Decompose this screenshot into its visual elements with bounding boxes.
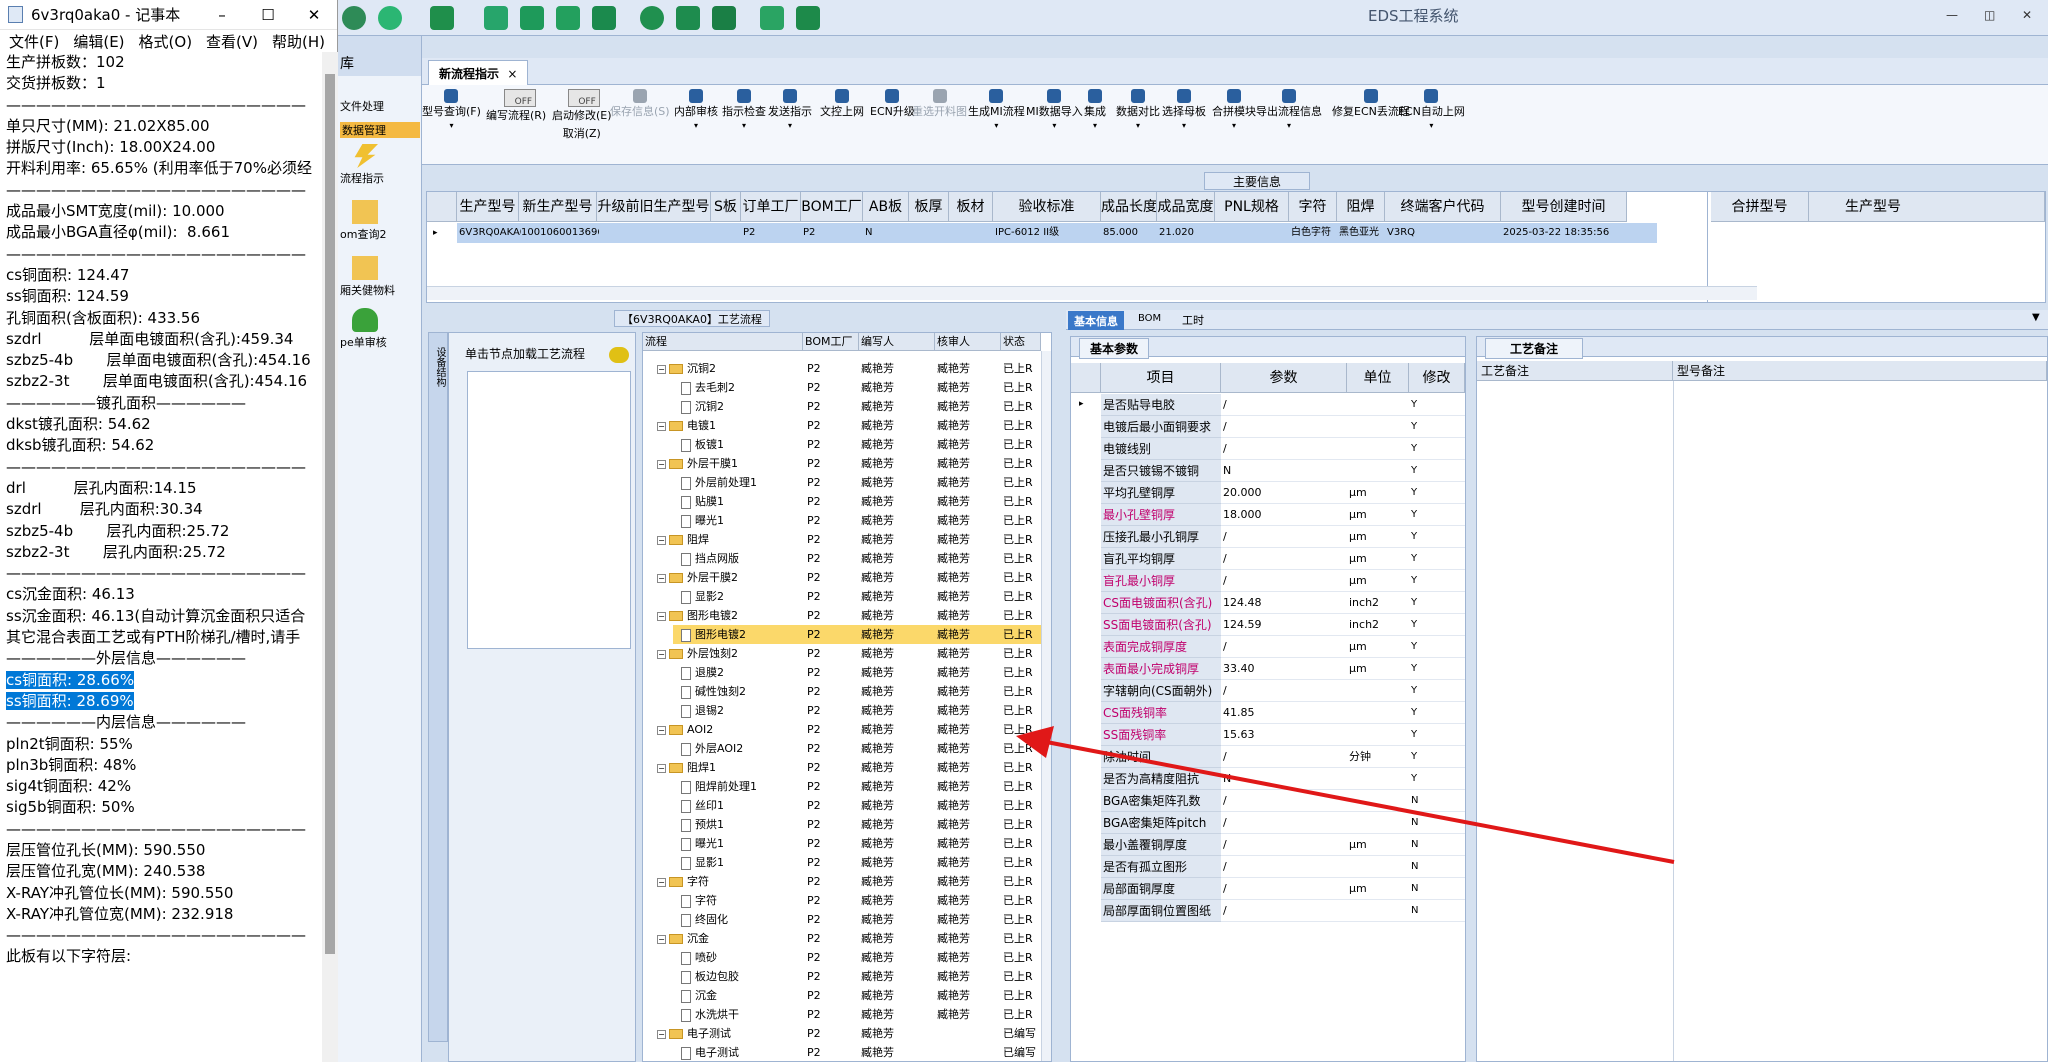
menu-edit[interactable]: 编辑(E) [73, 31, 124, 52]
notepad-line: ss铜面积: 28.69% [6, 691, 322, 712]
notepad-icon [8, 6, 23, 23]
notepad-line: 单只尺寸(MM): 21.02X85.00 [6, 116, 210, 135]
notepad-line: pln3b铜面积: 48% [6, 755, 137, 774]
notepad-line: ———————————————————— [6, 926, 306, 945]
maximize-button[interactable]: ☐ [245, 6, 291, 24]
notepad-line: ——————镀孔面积—————— [6, 393, 247, 412]
annotation-arrow [1016, 726, 1675, 864]
notepad-line: szbz2-3t 层单面电镀面积(含孔):454.16 [6, 372, 308, 391]
notepad-line: ———————————————————— [6, 457, 306, 476]
notepad-line: 交货拼板数：1 [6, 74, 106, 93]
notepad-line: sig5b铜面积: 50% [6, 798, 135, 817]
notepad-line: ss沉金面积: 46.13(自动计算沉金面积只适合 [6, 606, 306, 625]
notepad-line: 生产拼板数：102 [6, 53, 125, 71]
notepad-selected-text: ss铜面积: 28.69% [6, 691, 134, 710]
notepad-line: pln2t铜面积: 55% [6, 734, 133, 753]
notepad-title: 6v3rq0aka0 - 记事本 [31, 6, 181, 24]
notepad-line: cs铜面积: 124.47 [6, 265, 130, 284]
notepad-line: cs沉金面积: 46.13 [6, 585, 135, 604]
notepad-line: X-RAY冲孔管位长(MM): 590.550 [6, 883, 234, 902]
notepad-line: szbz5-4b 层单面电镀面积(含孔):454.16 [6, 351, 311, 370]
notepad-line: 成品最小SMT宽度(mil): 10.000 [6, 202, 225, 221]
menu-file[interactable]: 文件(F) [9, 31, 59, 52]
arrow-shaft [1035, 738, 1675, 864]
notepad-text-area[interactable]: 生产拼板数：102 交货拼板数：1 ———————————————————— 单只尺寸… [0, 52, 322, 1062]
notepad-titlebar: 6v3rq0aka0 - 记事本 – ☐ ✕ [0, 0, 337, 30]
notepad-line: 孔铜面积(含板面积): 433.56 [6, 308, 201, 327]
menu-format[interactable]: 格式(O) [139, 31, 193, 52]
eds-window: EDS工程系统 — ◫ ✕ 库 文件处理 数据管理 流程指示 om查询2 厢关健… [338, 0, 2048, 1062]
notepad-scrollbar[interactable] [322, 52, 338, 1062]
notepad-line: 此板有以下字符层: [6, 947, 132, 966]
notepad-line: ——————内层信息—————— [6, 713, 247, 732]
notepad-line: ———————————————————— [6, 819, 306, 838]
notepad-line: cs铜面积: 28.66% [6, 670, 322, 691]
notepad-line: sig4t铜面积: 42% [6, 777, 132, 796]
notepad-line: ——————外层信息—————— [6, 649, 247, 668]
notepad-line: 层压管位孔宽(MM): 240.538 [6, 862, 206, 881]
notepad-line: dkst镀孔面积: 54.62 [6, 415, 151, 434]
menu-view[interactable]: 查看(V) [206, 31, 258, 52]
notepad-line: szdrl 层孔内面积:30.34 [6, 500, 203, 519]
notepad-line: ———————————————————— [6, 564, 306, 583]
notepad-line: 成品最小BGA直径φ(mil): 8.661 [6, 223, 230, 242]
minimize-button[interactable]: – [199, 6, 245, 24]
notepad-line: 其它混合表面工艺或有PTH阶梯孔/槽时,请手 [6, 628, 301, 647]
notepad-line: szdrl 层单面电镀面积(含孔):459.34 [6, 329, 294, 348]
notepad-line: dksb镀孔面积: 54.62 [6, 436, 155, 455]
notepad-menubar: 文件(F) 编辑(E) 格式(O) 查看(V) 帮助(H) [0, 30, 337, 52]
notepad-line: X-RAY冲孔管位宽(MM): 232.918 [6, 904, 234, 923]
notepad-line: 拼版尺寸(Inch): 18.00X24.00 [6, 138, 216, 157]
notepad-window: 6v3rq0aka0 - 记事本 – ☐ ✕ 文件(F) 编辑(E) 格式(O)… [0, 0, 338, 1062]
menu-help[interactable]: 帮助(H) [272, 31, 325, 52]
close-button[interactable]: ✕ [291, 6, 337, 24]
notepad-line: 层压管位孔长(MM): 590.550 [6, 840, 206, 859]
arrow-head [1016, 726, 1054, 758]
notepad-line: szbz2-3t 层孔内面积:25.72 [6, 542, 226, 561]
notepad-line: ———————————————————— [6, 180, 306, 199]
notepad-line: ———————————————————— [6, 244, 306, 263]
notepad-line: 开料利用率: 65.65% (利用率低于70%必须经 [6, 159, 312, 178]
notepad-line: szbz5-4b 层孔内面积:25.72 [6, 521, 230, 540]
notepad-line: ss铜面积: 124.59 [6, 287, 129, 306]
notepad-selected-text: cs铜面积: 28.66% [6, 670, 135, 689]
notepad-line: ———————————————————— [6, 95, 306, 114]
scrollbar-thumb[interactable] [325, 74, 335, 954]
notepad-line: drl 层孔内面积:14.15 [6, 478, 197, 497]
